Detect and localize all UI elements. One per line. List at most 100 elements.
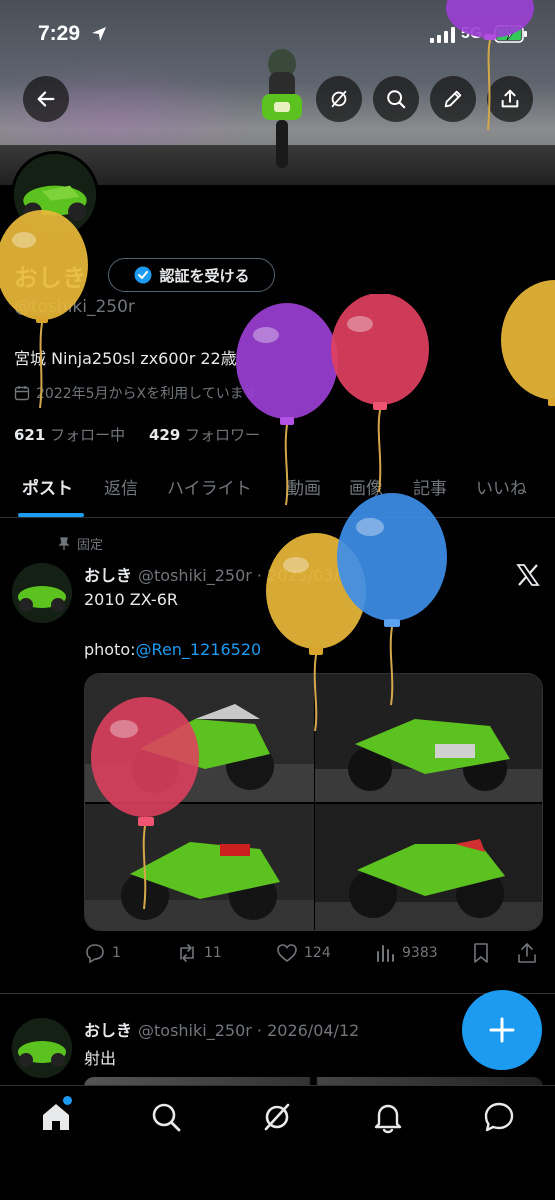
tab-articles[interactable]: 記事 (413, 474, 447, 499)
post-text: 2010 ZX-6R (84, 590, 178, 609)
cellular-signal-icon (430, 27, 455, 43)
joined-label: 2022年5月からXを利用しています (36, 386, 258, 402)
post-media-grid (84, 673, 543, 931)
bookmark-button[interactable] (470, 942, 492, 964)
search-button[interactable] (373, 76, 419, 122)
like-icon (277, 944, 297, 963)
profile-bio: 宮城 Ninja250sl zx600r 22歳 (14, 349, 237, 368)
followers-count: 429 (148, 426, 181, 444)
avatar-motorcycle-image (14, 154, 96, 236)
battery-charging-icon (494, 25, 527, 43)
following-count: 621 (14, 426, 46, 444)
profile-name: おしき (14, 264, 86, 292)
following-link[interactable]: 621 フォロー中 (14, 426, 125, 444)
media-photo-2[interactable] (315, 674, 542, 802)
plus-icon (489, 1017, 515, 1043)
back-button[interactable] (23, 76, 69, 122)
balloon-red-decoration (331, 294, 429, 493)
pinned-label: 固定 (57, 534, 103, 553)
joined-date: 2022年5月からXを利用しています (14, 383, 258, 403)
edit-button[interactable] (430, 76, 476, 122)
post-author[interactable]: おしき @toshiki_250r · 2026/04/12 (84, 1017, 359, 1041)
post-avatar[interactable] (12, 563, 72, 623)
bottom-navigation (0, 1085, 555, 1200)
post-avatar[interactable] (12, 1018, 72, 1078)
views-icon (377, 945, 394, 962)
messages-icon (484, 1102, 514, 1132)
compose-post-button[interactable] (462, 990, 542, 1070)
photo-prefix: photo: (84, 640, 136, 659)
media-photo-4[interactable] (315, 804, 542, 930)
following-label: フォロー中 (50, 426, 126, 444)
grok-button[interactable] (316, 76, 362, 122)
post-meta: @toshiki_250r · 2025/03/02 (138, 566, 360, 585)
location-arrow-icon (92, 27, 106, 41)
views-button[interactable]: 9383 (374, 942, 438, 964)
back-arrow-icon (37, 91, 55, 107)
active-tab-indicator (18, 513, 84, 517)
home-notification-dot (63, 1096, 72, 1105)
profile-handle: @toshiki_250r (14, 297, 135, 317)
reply-button[interactable]: 1 (84, 942, 121, 964)
get-verified-label: 認証を受ける (159, 266, 250, 285)
tab-images[interactable]: 画像 (349, 474, 383, 499)
post-actions: 1 11 124 9383 (84, 940, 544, 968)
follow-stats: 621 フォロー中 429 フォロワー (14, 424, 260, 445)
grok-icon (331, 90, 347, 108)
post-photo-credit: photo:@Ren_1216520 (84, 640, 261, 659)
pin-icon (58, 536, 70, 550)
views-count: 9383 (402, 945, 438, 961)
share-button[interactable] (487, 76, 533, 122)
post-author[interactable]: おしき @toshiki_250r · 2025/03/02 (84, 562, 359, 586)
verified-badge-icon (134, 266, 152, 284)
x-logo-icon (516, 564, 540, 586)
post-avatar-image (12, 563, 72, 623)
tab-videos[interactable]: 動画 (287, 474, 321, 499)
home-icon (43, 1104, 69, 1130)
bookmark-icon (474, 943, 488, 963)
reply-icon (86, 944, 104, 964)
nav-grok[interactable] (260, 1100, 294, 1134)
post-author-name: おしき (84, 566, 133, 585)
followers-label: フォロワー (185, 426, 261, 444)
search-icon (152, 1103, 181, 1132)
repost-icon (180, 944, 194, 962)
reply-count: 1 (112, 945, 121, 961)
tab-replies[interactable]: 返信 (104, 474, 138, 499)
post-meta: @toshiki_250r · 2026/04/12 (138, 1021, 360, 1040)
post-text: 射出 (84, 1049, 117, 1068)
post-divider (0, 993, 555, 994)
like-button[interactable]: 124 (276, 942, 331, 964)
grok-icon (264, 1103, 290, 1131)
calendar-icon (14, 386, 30, 401)
nav-home[interactable] (39, 1100, 73, 1134)
media-photo-1[interactable] (85, 674, 314, 802)
pinned-text: 固定 (77, 538, 104, 553)
repost-count: 11 (204, 945, 222, 961)
network-type: 5G (461, 25, 483, 42)
edit-pencil-icon (444, 90, 462, 108)
post-share-button[interactable] (516, 942, 538, 964)
nav-search[interactable] (149, 1100, 183, 1134)
tab-likes[interactable]: いいね (476, 474, 527, 499)
repost-button[interactable]: 11 (176, 942, 222, 964)
like-count: 124 (304, 945, 331, 961)
tab-highlights[interactable]: ハイライト (167, 474, 252, 499)
post-avatar-image (12, 1018, 72, 1078)
nav-messages[interactable] (482, 1100, 516, 1134)
followers-link[interactable]: 429 フォロワー (149, 426, 260, 444)
get-verified-button[interactable]: 認証を受ける (108, 258, 275, 292)
balloon-yellow-decoration (501, 280, 555, 406)
profile-tabs: ポスト 返信 ハイライト 動画 画像 記事 いいね (0, 466, 555, 518)
share-icon (518, 943, 536, 963)
nav-notifications[interactable] (371, 1100, 405, 1134)
mention-link[interactable]: @Ren_1216520 (136, 640, 262, 659)
media-photo-3[interactable] (85, 804, 314, 930)
profile-avatar[interactable] (11, 151, 99, 239)
status-time: 7:29 (38, 22, 81, 45)
tab-posts[interactable]: ポスト (22, 474, 73, 499)
status-bar: 7:29 5G (0, 0, 555, 70)
post-author-name: おしき (84, 1021, 133, 1040)
share-icon (501, 89, 519, 108)
search-icon (387, 90, 406, 109)
